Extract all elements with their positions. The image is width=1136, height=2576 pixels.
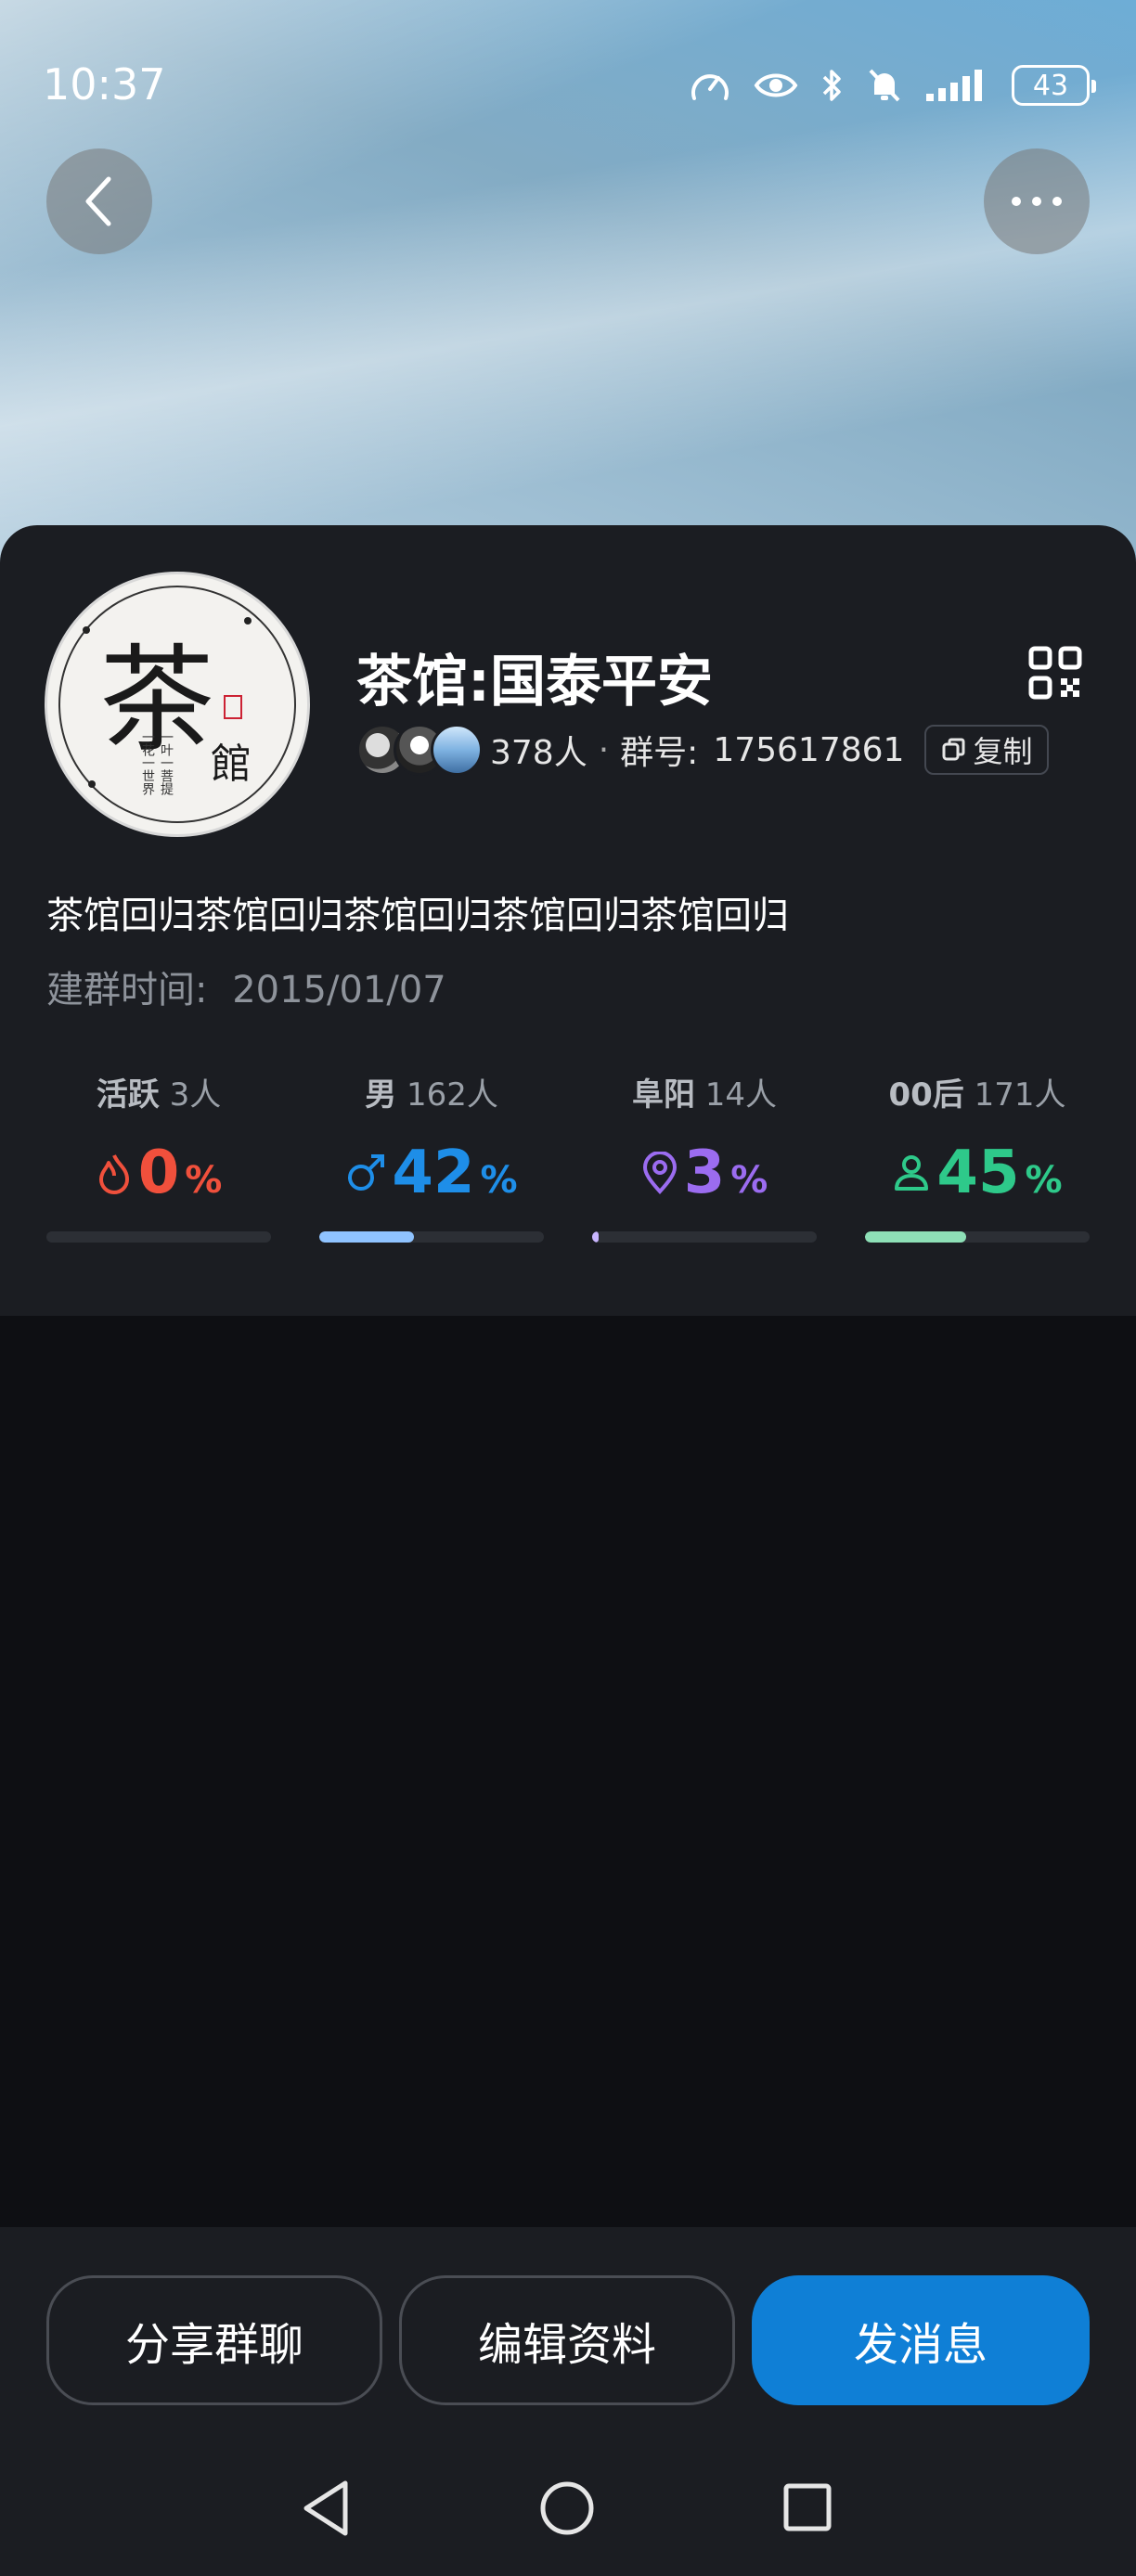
fire-icon [98, 1154, 129, 1194]
triangle-back-icon[interactable] [299, 2478, 355, 2539]
eye-icon [754, 73, 798, 97]
send-message-button[interactable]: 发消息 [752, 2275, 1090, 2405]
chevron-left-icon [85, 176, 111, 226]
stat-label-name: 活跃 [96, 1076, 160, 1114]
qr-code-icon[interactable] [1028, 646, 1082, 700]
group-stats: 活跃 3人 0 % 男 162人 42 % 阜阳 14人 3 % 00后 171… [46, 1069, 1090, 1243]
avatar-dot [88, 780, 96, 788]
stat-label-name: 男 [365, 1076, 397, 1114]
square-recent-icon[interactable] [781, 2481, 833, 2533]
stat-percent: 3 [683, 1139, 726, 1207]
battery-indicator: 43 [1012, 65, 1096, 106]
member-count: 378人 [490, 734, 587, 772]
speedometer-icon [691, 74, 729, 100]
back-button[interactable] [46, 148, 152, 254]
stat-value: 3 % [592, 1139, 817, 1207]
group-avatar[interactable]: 茶 館 一花一世界 一叶一菩提 [45, 572, 310, 837]
person-icon [895, 1155, 929, 1191]
stat-label: 00后 171人 [865, 1069, 1090, 1114]
copy-icon [942, 738, 965, 761]
stat-count: 14人 [704, 1076, 778, 1114]
stat-count: 3人 [169, 1076, 222, 1114]
group-created-date: 建群时间: 2015/01/07 [46, 960, 446, 1013]
created-date: 2015/01/07 [232, 969, 446, 1011]
avatar-dot [244, 617, 252, 625]
stat-unit: % [185, 1159, 223, 1202]
group-number: 175617861 [713, 730, 905, 769]
bell-muted-icon [869, 69, 900, 102]
created-label: 建群时间: [46, 969, 208, 1011]
system-nav-bar [0, 2478, 1136, 2543]
stat-label: 阜阳 14人 [592, 1069, 817, 1114]
group-meta-row: 378人 · 群号: 175617861 复制 [356, 722, 1050, 778]
stat-label: 活跃 3人 [46, 1069, 271, 1114]
status-bar: 10:37 43 [0, 0, 1136, 176]
bluetooth-icon [822, 70, 841, 101]
group-description: 茶馆回归茶馆回归茶馆回归茶馆回归茶馆回归 [46, 895, 789, 937]
stat-unit: % [1025, 1159, 1063, 1202]
stat-percent: 0 [137, 1139, 180, 1207]
stat-percent: 45 [936, 1139, 1020, 1207]
avatar-small-char: 館 [211, 741, 252, 788]
stat-percent: 42 [392, 1139, 475, 1207]
more-button[interactable] [984, 148, 1090, 254]
avatar-vertical-text: 一叶一菩提 [159, 730, 174, 795]
share-group-button[interactable]: 分享群聊 [46, 2275, 382, 2405]
stat-bar-fill [592, 1231, 600, 1243]
member-avatar [431, 724, 483, 776]
avatar-dot [83, 626, 90, 634]
stat-age[interactable]: 00后 171人 45 % [865, 1069, 1090, 1243]
member-avatars[interactable] [356, 724, 483, 776]
stat-value: 42 % [319, 1139, 544, 1207]
signal-icon [926, 70, 982, 101]
status-icons: 43 [689, 65, 1096, 106]
stat-bar [46, 1231, 271, 1243]
circle-home-icon[interactable] [538, 2479, 596, 2537]
stat-label-name: 00后 [888, 1076, 964, 1114]
stat-location[interactable]: 阜阳 14人 3 % [592, 1069, 817, 1243]
stat-label-name: 阜阳 [631, 1076, 695, 1114]
group-info-card: 茶 館 一花一世界 一叶一菩提 茶馆:国泰平安 378人 · 群号: 17561… [0, 525, 1136, 1316]
location-icon [642, 1152, 677, 1194]
stat-bar [592, 1231, 817, 1243]
stat-bar-fill [865, 1231, 966, 1243]
avatar-vertical-text: 一花一世界 [140, 730, 155, 795]
group-number-label: 群号: [620, 734, 699, 772]
status-time: 10:37 [43, 59, 166, 109]
stat-bar-fill [319, 1231, 414, 1243]
stat-count: 162人 [406, 1076, 498, 1114]
stat-male[interactable]: 男 162人 42 % [319, 1069, 544, 1243]
stat-unit: % [480, 1159, 518, 1202]
meta-separator: · [598, 730, 610, 769]
stat-bar [319, 1231, 544, 1243]
stat-count: 171人 [974, 1076, 1066, 1114]
stat-unit: % [730, 1159, 768, 1202]
stat-bar [865, 1231, 1090, 1243]
male-icon [348, 1154, 385, 1191]
stat-value: 0 % [46, 1139, 271, 1207]
copy-button[interactable]: 复制 [924, 725, 1050, 775]
stat-active[interactable]: 活跃 3人 0 % [46, 1069, 271, 1243]
copy-label: 复制 [973, 734, 1033, 769]
edit-profile-button[interactable]: 编辑资料 [399, 2275, 735, 2405]
stat-label: 男 162人 [319, 1069, 544, 1114]
bottom-action-area: 分享群聊 编辑资料 发消息 [0, 2227, 1136, 2576]
avatar-seal [224, 695, 242, 719]
more-dots-icon [1012, 197, 1062, 206]
group-name: 茶馆:国泰平安 [356, 650, 713, 715]
stat-value: 45 % [865, 1139, 1090, 1207]
